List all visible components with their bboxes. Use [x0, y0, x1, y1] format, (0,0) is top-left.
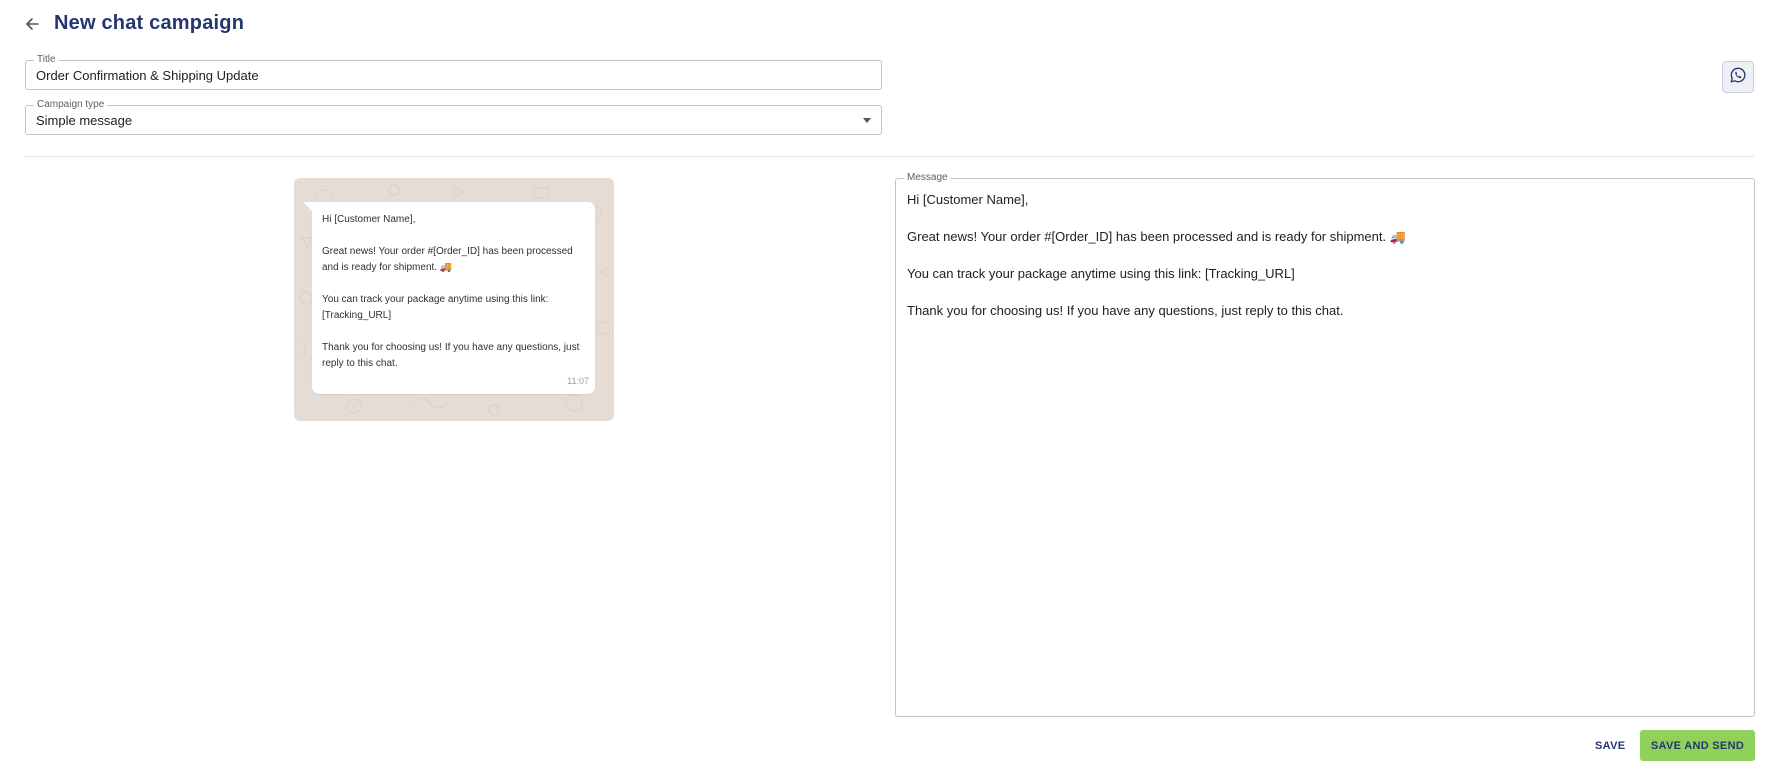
chat-preview: Hi [Customer Name], Great news! Your ord…	[294, 178, 614, 421]
arrow-left-icon[interactable]	[24, 16, 40, 32]
message-label: Message	[904, 172, 951, 184]
title-field-value[interactable]: Order Confirmation & Shipping Update	[36, 68, 259, 83]
message-textarea[interactable]: Message Hi [Customer Name], Great news! …	[895, 172, 1755, 717]
whatsapp-channel-button[interactable]	[1722, 61, 1754, 93]
campaign-type-value[interactable]: Simple message	[36, 113, 132, 128]
title-field-label: Title	[34, 54, 59, 66]
page-title: New chat campaign	[54, 12, 245, 34]
save-and-send-button[interactable]: SAVE AND SEND	[1640, 730, 1755, 761]
preview-message-text: Hi [Customer Name], Great news! Your ord…	[322, 214, 580, 369]
whatsapp-icon	[1730, 67, 1746, 88]
campaign-type-label: Campaign type	[34, 99, 108, 111]
message-timestamp: 11:07	[567, 376, 589, 386]
dropdown-arrow-icon[interactable]	[863, 118, 871, 123]
message-bubble: Hi [Customer Name], Great news! Your ord…	[303, 202, 595, 394]
page-header: New chat campaign	[24, 12, 244, 35]
message-text[interactable]: Hi [Customer Name], Great news! Your ord…	[907, 191, 1743, 321]
bubble-tail	[303, 202, 313, 212]
save-button[interactable]: SAVE	[1587, 731, 1633, 761]
campaign-type-select[interactable]: Campaign type Simple message	[25, 99, 882, 135]
title-field[interactable]: Title Order Confirmation & Shipping Upda…	[25, 54, 882, 90]
section-divider	[24, 156, 1754, 157]
